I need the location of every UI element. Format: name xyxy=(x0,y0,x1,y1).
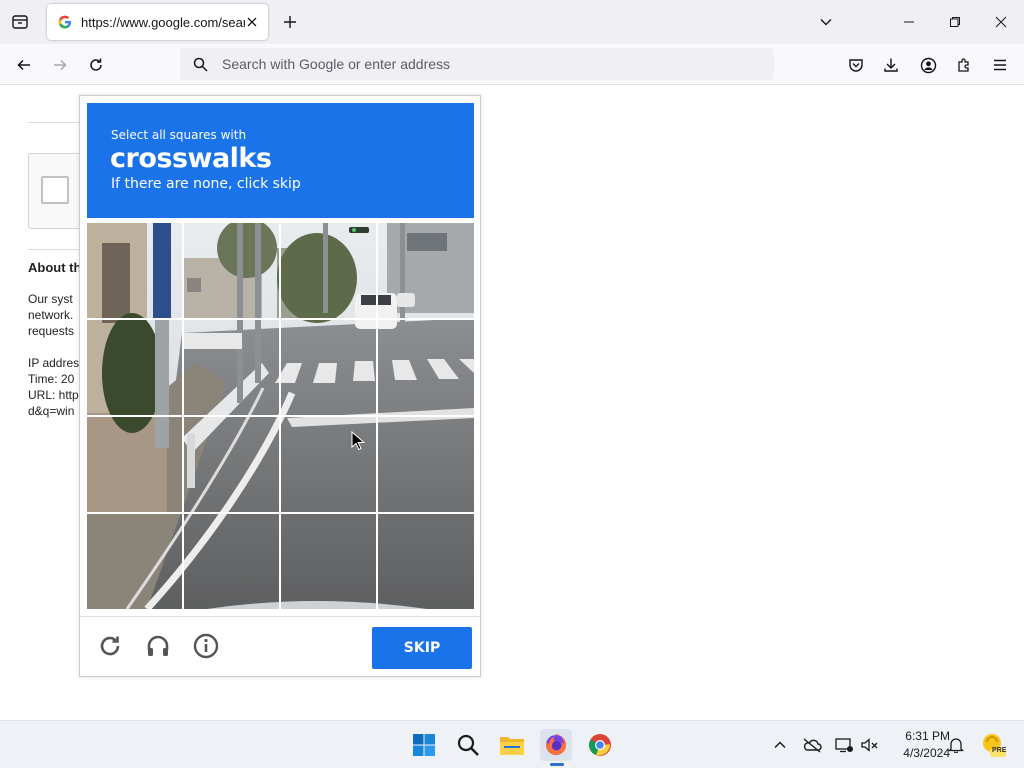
image-tile[interactable] xyxy=(87,514,183,609)
challenge-image xyxy=(87,223,474,609)
recaptcha-challenge: Select all squares with crosswalks If th… xyxy=(79,95,481,677)
browser-tab-bar: https://www.google.com/search?q= xyxy=(0,0,1024,44)
image-tile[interactable] xyxy=(184,514,280,609)
image-tile[interactable] xyxy=(281,320,377,416)
clock-date: 4/3/2024 xyxy=(903,746,950,760)
address-bar[interactable]: Search with Google or enter address xyxy=(180,48,774,80)
image-tile[interactable] xyxy=(184,223,280,319)
extensions-icon[interactable] xyxy=(951,52,977,78)
challenge-target: crosswalks xyxy=(110,143,272,174)
page-heading: About th xyxy=(28,260,82,275)
image-tile[interactable] xyxy=(184,320,280,416)
image-tile[interactable] xyxy=(281,223,377,319)
browser-tab[interactable]: https://www.google.com/search?q= xyxy=(47,4,268,40)
paragraph-line: network. xyxy=(28,308,74,322)
active-app-indicator xyxy=(550,763,564,766)
back-arrow-icon[interactable] xyxy=(11,52,37,78)
image-tile[interactable] xyxy=(378,514,474,609)
image-tile[interactable] xyxy=(378,417,474,513)
skip-button[interactable]: SKIP xyxy=(372,627,472,669)
restore-window-icon[interactable] xyxy=(932,6,978,38)
address-input[interactable]: Search with Google or enter address xyxy=(222,56,450,72)
headphones-icon[interactable] xyxy=(143,631,173,661)
list-all-tabs-chevron-icon[interactable] xyxy=(816,12,836,32)
info-line: Time: 20 xyxy=(28,372,75,386)
account-icon[interactable] xyxy=(915,52,941,78)
info-line: URL: http xyxy=(28,388,79,402)
browser-nav-bar: Search with Google or enter address xyxy=(0,44,1024,85)
chrome-icon[interactable] xyxy=(584,729,616,761)
reload-icon[interactable] xyxy=(95,631,125,661)
close-tab-icon[interactable] xyxy=(244,14,260,30)
onedrive-offline-icon[interactable] xyxy=(802,735,822,755)
tab-list-icon[interactable] xyxy=(8,10,32,34)
minimize-window-icon[interactable] xyxy=(886,6,932,38)
show-hidden-icons-chevron-icon[interactable] xyxy=(770,735,790,755)
search-icon xyxy=(192,56,208,72)
challenge-footer: SKIP xyxy=(80,616,480,677)
paragraph-line: Our syst xyxy=(28,292,73,306)
image-tile[interactable] xyxy=(378,320,474,416)
challenge-hint: If there are none, click skip xyxy=(111,176,301,192)
info-line: d&q=win xyxy=(28,404,75,418)
new-tab-icon[interactable] xyxy=(280,12,300,32)
volume-muted-icon[interactable] xyxy=(860,735,880,755)
pocket-icon[interactable] xyxy=(843,52,869,78)
info-icon[interactable] xyxy=(191,631,221,661)
image-tile[interactable] xyxy=(184,417,280,513)
system-clock[interactable]: 6:31 PM 4/3/2024 xyxy=(886,728,950,762)
close-window-icon[interactable] xyxy=(978,6,1024,38)
mouse-cursor-icon xyxy=(351,431,365,451)
image-tile[interactable] xyxy=(87,417,183,513)
downloads-icon[interactable] xyxy=(878,52,904,78)
image-tile[interactable] xyxy=(87,223,183,319)
preview-badge: PRE xyxy=(992,747,1007,754)
windows-start-icon[interactable] xyxy=(408,729,440,761)
tab-title: https://www.google.com/search?q= xyxy=(81,14,245,30)
info-line: IP addres xyxy=(28,356,80,370)
challenge-instruction: Select all squares with xyxy=(111,128,247,142)
firefox-icon[interactable] xyxy=(540,729,572,761)
recaptcha-checkbox[interactable] xyxy=(41,176,69,204)
menu-hamburger-icon[interactable] xyxy=(987,52,1013,78)
forward-arrow-icon[interactable] xyxy=(47,52,73,78)
image-tile[interactable] xyxy=(378,223,474,319)
clock-time: 6:31 PM xyxy=(905,729,950,743)
copilot-preview-icon[interactable]: PRE xyxy=(980,732,1006,758)
challenge-header: Select all squares with crosswalks If th… xyxy=(87,103,474,218)
file-explorer-icon[interactable] xyxy=(496,729,528,761)
network-display-icon[interactable] xyxy=(834,735,854,755)
image-tile[interactable] xyxy=(87,320,183,416)
taskbar: 6:31 PM 4/3/2024 PRE xyxy=(0,720,1024,768)
paragraph-line: requests xyxy=(28,324,75,338)
image-tile[interactable] xyxy=(281,514,377,609)
google-favicon-icon xyxy=(57,14,73,30)
notifications-bell-icon[interactable] xyxy=(946,735,966,755)
reload-page-icon[interactable] xyxy=(83,52,109,78)
search-icon[interactable] xyxy=(452,729,484,761)
